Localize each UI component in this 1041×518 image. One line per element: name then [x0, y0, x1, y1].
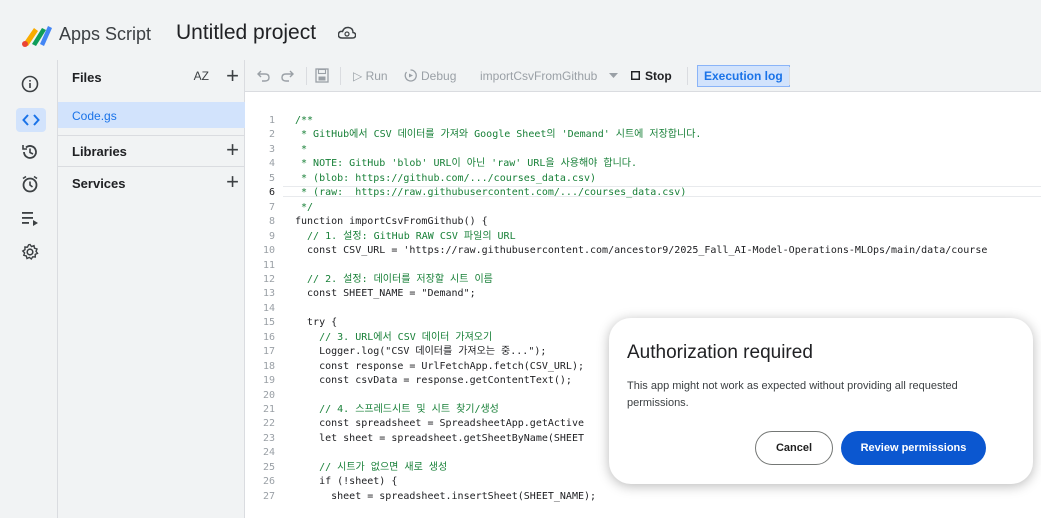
triggers-icon[interactable] [20, 174, 40, 194]
code-line: */ [295, 201, 314, 213]
left-nav-rail [0, 60, 58, 518]
line-number: 6 [268, 187, 275, 199]
line-number: 8 [268, 216, 275, 228]
line-number: 1 [268, 115, 275, 126]
line-number: 20 [262, 389, 275, 401]
code-line: // 1. 설정: GitHub RAW CSV 파일의 URL [295, 230, 516, 242]
code-line: sheet = spreadsheet.insertSheet(SHEET_NA… [295, 490, 597, 502]
stop-icon [631, 71, 640, 80]
line-number: 13 [262, 288, 275, 300]
toolbar-divider [340, 67, 341, 85]
toolbar-divider [789, 67, 790, 85]
settings-icon[interactable] [20, 242, 40, 262]
code-line: const spreadsheet = SpreadsheetApp.getAc… [295, 418, 584, 430]
line-number: 3 [268, 143, 275, 155]
line-number: 18 [262, 360, 275, 372]
line-number-gutter: 1 2 3 4 5 6 7 8 9 10 11 12 13 14 15 16 17 18 19 20 21 22 23 24 2… [245, 92, 283, 518]
code-line: * GitHub에서 CSV 데이터를 가져와 Google Sheet의 'D… [295, 129, 702, 141]
code-line: function importCsvFromGithub() { [295, 216, 488, 228]
dialog-body: This app might not work as expected with… [627, 380, 958, 409]
file-item-code-gs[interactable]: Code.gs [58, 102, 245, 128]
files-header: Files AZ + [58, 62, 245, 92]
code-line: * (blob: https://github.com/.../courses_… [295, 172, 597, 184]
code-line: * [295, 143, 308, 155]
line-number: 19 [262, 375, 275, 387]
add-library-button[interactable]: + [226, 138, 239, 162]
executions-icon[interactable] [20, 208, 40, 228]
code-line: if (!sheet) { [295, 476, 398, 488]
undo-icon[interactable] [257, 69, 270, 82]
line-number: 4 [268, 158, 275, 170]
code-icon[interactable] [21, 110, 41, 130]
line-number: 2 [268, 129, 275, 141]
line-number: 9 [268, 230, 275, 242]
code-line: * (raw: https://raw.githubusercontent.co… [295, 187, 687, 199]
line-number: 16 [262, 331, 275, 343]
line-number: 17 [262, 346, 275, 358]
libraries-label: Libraries [72, 144, 127, 159]
debug-button[interactable]: Debug [421, 69, 456, 83]
line-number: 23 [262, 432, 275, 444]
code-line: Logger.log("CSV 데이터를 가져오는 중..."); [295, 346, 547, 358]
review-permissions-button[interactable]: Review permissions [841, 431, 986, 465]
redo-icon[interactable] [281, 69, 294, 82]
line-number: 12 [262, 273, 275, 285]
services-label: Services [72, 176, 126, 191]
line-number: 22 [262, 418, 275, 430]
stop-button[interactable]: Stop [645, 69, 672, 83]
files-label: Files [72, 70, 102, 85]
run-button[interactable]: ▷ Run [353, 69, 388, 83]
cloud-sync-icon [338, 26, 356, 39]
editor-toolbar: ▷ Run Debug importCsvFromGithub Stop Exe… [245, 60, 1041, 92]
line-number: 10 [262, 245, 275, 257]
line-number: 27 [262, 490, 275, 502]
info-icon[interactable] [20, 74, 40, 94]
file-name: Code.gs [72, 109, 117, 123]
save-icon[interactable] [315, 68, 329, 83]
code-line: * NOTE: GitHub 'blob' URL이 아닌 'raw' URL을… [295, 158, 638, 170]
code-line: // 2. 설정: 데이터를 저장할 시트 이름 [295, 273, 493, 285]
function-select[interactable]: importCsvFromGithub [480, 69, 597, 83]
project-title[interactable]: Untitled project [176, 21, 316, 45]
files-panel: Files AZ + Code.gs Libraries + Services … [58, 60, 245, 518]
line-number: 14 [262, 302, 275, 314]
code-line: const response = UrlFetchApp.fetch(CSV_U… [295, 360, 584, 372]
libraries-section: Libraries + [58, 136, 245, 166]
code-line: let sheet = spreadsheet.getSheetByName(S… [295, 432, 584, 444]
line-number: 21 [262, 404, 275, 415]
code-line: const CSV_URL = 'https://raw.githubuserc… [295, 245, 988, 257]
execution-log-button[interactable]: Execution log [697, 65, 790, 87]
toolbar-divider [687, 67, 688, 85]
app-name: Apps Script [59, 24, 152, 44]
cancel-button[interactable]: Cancel [755, 431, 833, 465]
add-file-button[interactable]: + [226, 64, 239, 88]
authorization-dialog: Authorization required This app might no… [609, 318, 1033, 484]
code-line: /** [295, 115, 314, 126]
code-line: // 3. URL에서 CSV 데이터 가져오기 [295, 331, 493, 343]
code-line: // 4. 스프레드시트 및 시트 찾기/생성 [295, 404, 499, 415]
line-number: 24 [262, 447, 275, 459]
code-line: const SHEET_NAME = "Demand"; [295, 288, 476, 300]
line-number: 15 [262, 317, 275, 329]
code-line: // 시트가 없으면 새로 생성 [295, 461, 448, 473]
sort-az-icon[interactable]: AZ [194, 69, 209, 83]
chevron-down-icon[interactable] [609, 73, 618, 78]
code-line: try { [295, 317, 338, 329]
add-service-button[interactable]: + [226, 170, 239, 194]
toolbar-divider [306, 67, 307, 85]
code-line: const csvData = response.getContentText(… [295, 375, 572, 387]
divider [58, 166, 245, 167]
line-number: 5 [268, 172, 275, 184]
history-icon[interactable] [20, 142, 40, 162]
line-number: 7 [268, 201, 275, 213]
top-bar: Apps Script Untitled project [0, 0, 1041, 60]
services-section: Services + [58, 168, 245, 198]
line-number: 25 [262, 461, 275, 473]
line-number: 11 [262, 259, 275, 271]
dialog-title: Authorization required [627, 342, 813, 363]
apps-script-logo-icon[interactable] [20, 22, 54, 48]
debug-icon [404, 69, 417, 82]
line-number: 26 [262, 476, 275, 488]
